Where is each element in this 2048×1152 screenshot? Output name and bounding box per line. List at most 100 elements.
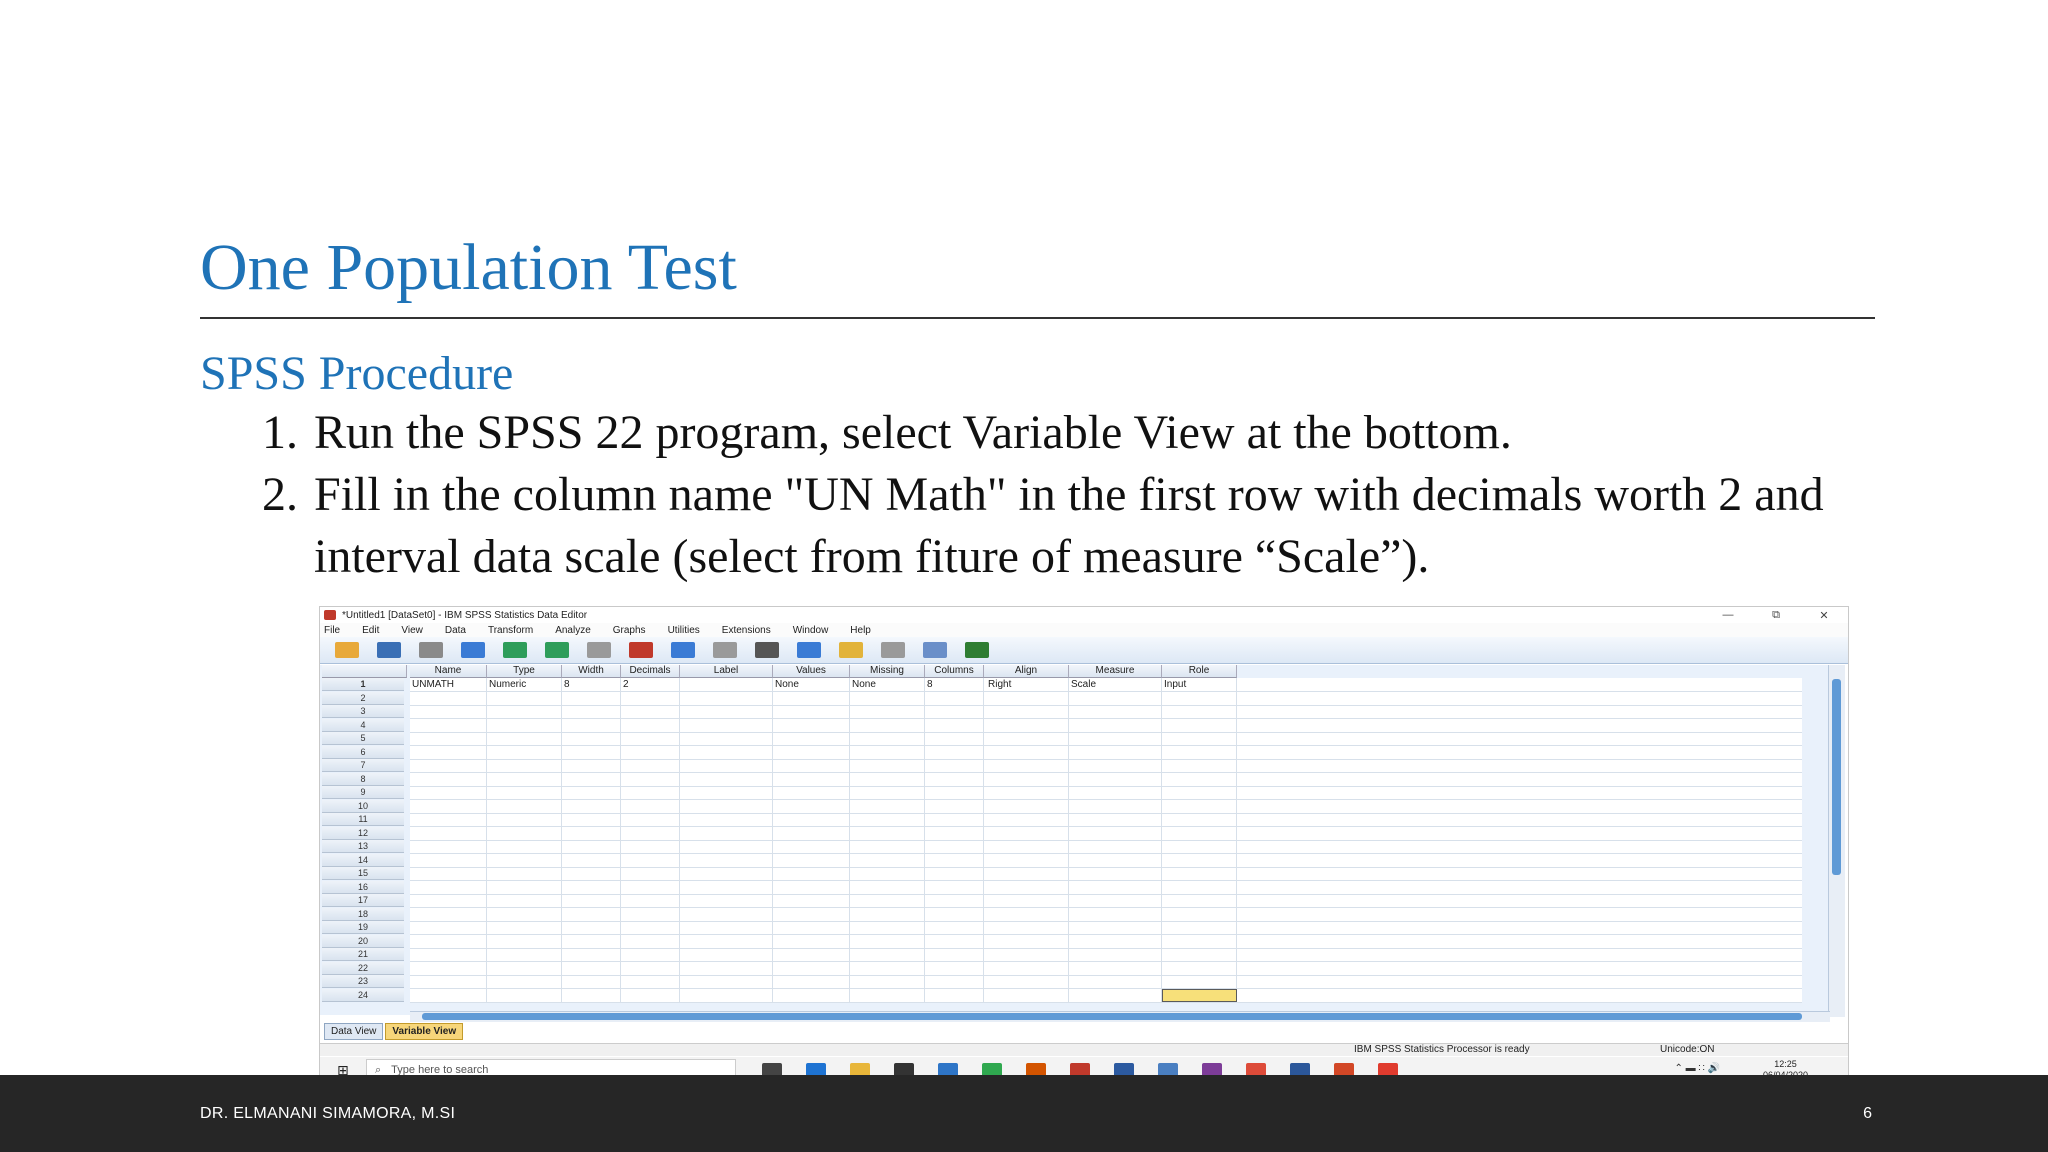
cell-measure[interactable] [1069,813,1162,826]
horizontal-scroll-thumb[interactable] [422,1013,1802,1020]
column-header-missing[interactable]: Missing [850,665,925,678]
cell-values[interactable] [773,691,850,705]
cell-values[interactable] [773,840,850,853]
cell-name[interactable] [410,745,487,759]
cell-missing[interactable] [850,961,925,975]
cell-type[interactable] [487,718,562,732]
run-descriptive-icon[interactable] [708,640,742,660]
cell-width[interactable] [562,867,621,880]
cell-name[interactable] [410,934,487,948]
cell-label[interactable] [680,921,773,934]
cell-columns[interactable] [925,772,984,786]
cell-measure[interactable] [1069,921,1162,934]
cell-columns[interactable] [925,988,984,1002]
cell-columns[interactable] [925,840,984,853]
cell-width[interactable] [562,880,621,894]
cell-width[interactable] [562,813,621,826]
vertical-scrollbar[interactable] [1828,665,1845,1017]
open-icon[interactable] [330,640,364,660]
cell-label[interactable] [680,867,773,880]
cell-name[interactable] [410,799,487,813]
cell-align[interactable] [984,813,1069,826]
cell-decimals[interactable] [621,894,680,907]
cell-role[interactable] [1162,813,1237,826]
cell-align[interactable] [984,705,1069,718]
tab-variable-view[interactable]: Variable View [385,1023,464,1040]
cell-type[interactable] [487,894,562,907]
cell-role[interactable] [1162,786,1237,799]
find-icon[interactable] [750,640,784,660]
cell-width[interactable] [562,961,621,975]
cell-columns[interactable] [925,745,984,759]
cell-missing[interactable] [850,799,925,813]
cell-columns[interactable] [925,691,984,705]
cell-name[interactable] [410,786,487,799]
cell-name[interactable] [410,772,487,786]
print-icon[interactable] [414,640,448,660]
cell-type[interactable] [487,853,562,867]
cell-type[interactable] [487,732,562,745]
cell-decimals[interactable] [621,826,680,840]
row-header[interactable]: 2 [322,691,404,705]
cell-label[interactable] [680,759,773,772]
cell-values[interactable] [773,705,850,718]
column-header-type[interactable]: Type [487,665,562,678]
cell-decimals[interactable]: 2 [621,678,680,691]
menu-item-edit[interactable]: Edit [362,625,379,636]
cell-values[interactable] [773,880,850,894]
cell-type[interactable] [487,759,562,772]
cell-decimals[interactable] [621,907,680,921]
cell-type[interactable] [487,705,562,718]
cell-width[interactable] [562,934,621,948]
cell-measure[interactable] [1069,786,1162,799]
cell-align[interactable] [984,759,1069,772]
menu-item-utilities[interactable]: Utilities [668,625,700,636]
row-header[interactable]: 22 [322,961,404,975]
row-header[interactable]: 1 [322,678,404,691]
cell-name[interactable] [410,867,487,880]
cell-type[interactable] [487,867,562,880]
row-header[interactable]: 9 [322,786,404,799]
cell-measure[interactable] [1069,705,1162,718]
cell-name[interactable] [410,840,487,853]
cell-missing[interactable] [850,718,925,732]
cell-align[interactable] [984,718,1069,732]
cell-align[interactable]: Right [984,678,1069,691]
cell-type[interactable] [487,745,562,759]
cell-decimals[interactable] [621,948,680,961]
cell-name[interactable] [410,691,487,705]
cell-align[interactable] [984,853,1069,867]
close-button[interactable]: ✕ [1800,609,1848,622]
cell-columns[interactable] [925,853,984,867]
cell-values[interactable] [773,988,850,1002]
cell-decimals[interactable] [621,961,680,975]
cell-label[interactable] [680,772,773,786]
cell-values[interactable] [773,732,850,745]
cell-width[interactable] [562,705,621,718]
cell-type[interactable] [487,691,562,705]
cell-type[interactable] [487,772,562,786]
cell-missing[interactable] [850,894,925,907]
cell-measure[interactable] [1069,894,1162,907]
cell-label[interactable] [680,826,773,840]
cell-type[interactable]: Numeric [487,678,562,691]
cell-measure[interactable] [1069,907,1162,921]
column-header-align[interactable]: Align [984,665,1069,678]
row-header[interactable]: 11 [322,813,404,826]
cell-decimals[interactable] [621,745,680,759]
value-labels-icon[interactable] [918,640,952,660]
cell-type[interactable] [487,948,562,961]
cell-width[interactable] [562,786,621,799]
cell-role[interactable] [1162,732,1237,745]
save-icon[interactable] [372,640,406,660]
cell-missing[interactable] [850,853,925,867]
cell-role[interactable] [1162,948,1237,961]
cell-decimals[interactable] [621,975,680,988]
cell-values[interactable] [773,745,850,759]
cell-decimals[interactable] [621,813,680,826]
cell-type[interactable] [487,961,562,975]
column-header-measure[interactable]: Measure [1069,665,1162,678]
row-header[interactable]: 23 [322,975,404,988]
cell-missing[interactable] [850,705,925,718]
cell-decimals[interactable] [621,786,680,799]
